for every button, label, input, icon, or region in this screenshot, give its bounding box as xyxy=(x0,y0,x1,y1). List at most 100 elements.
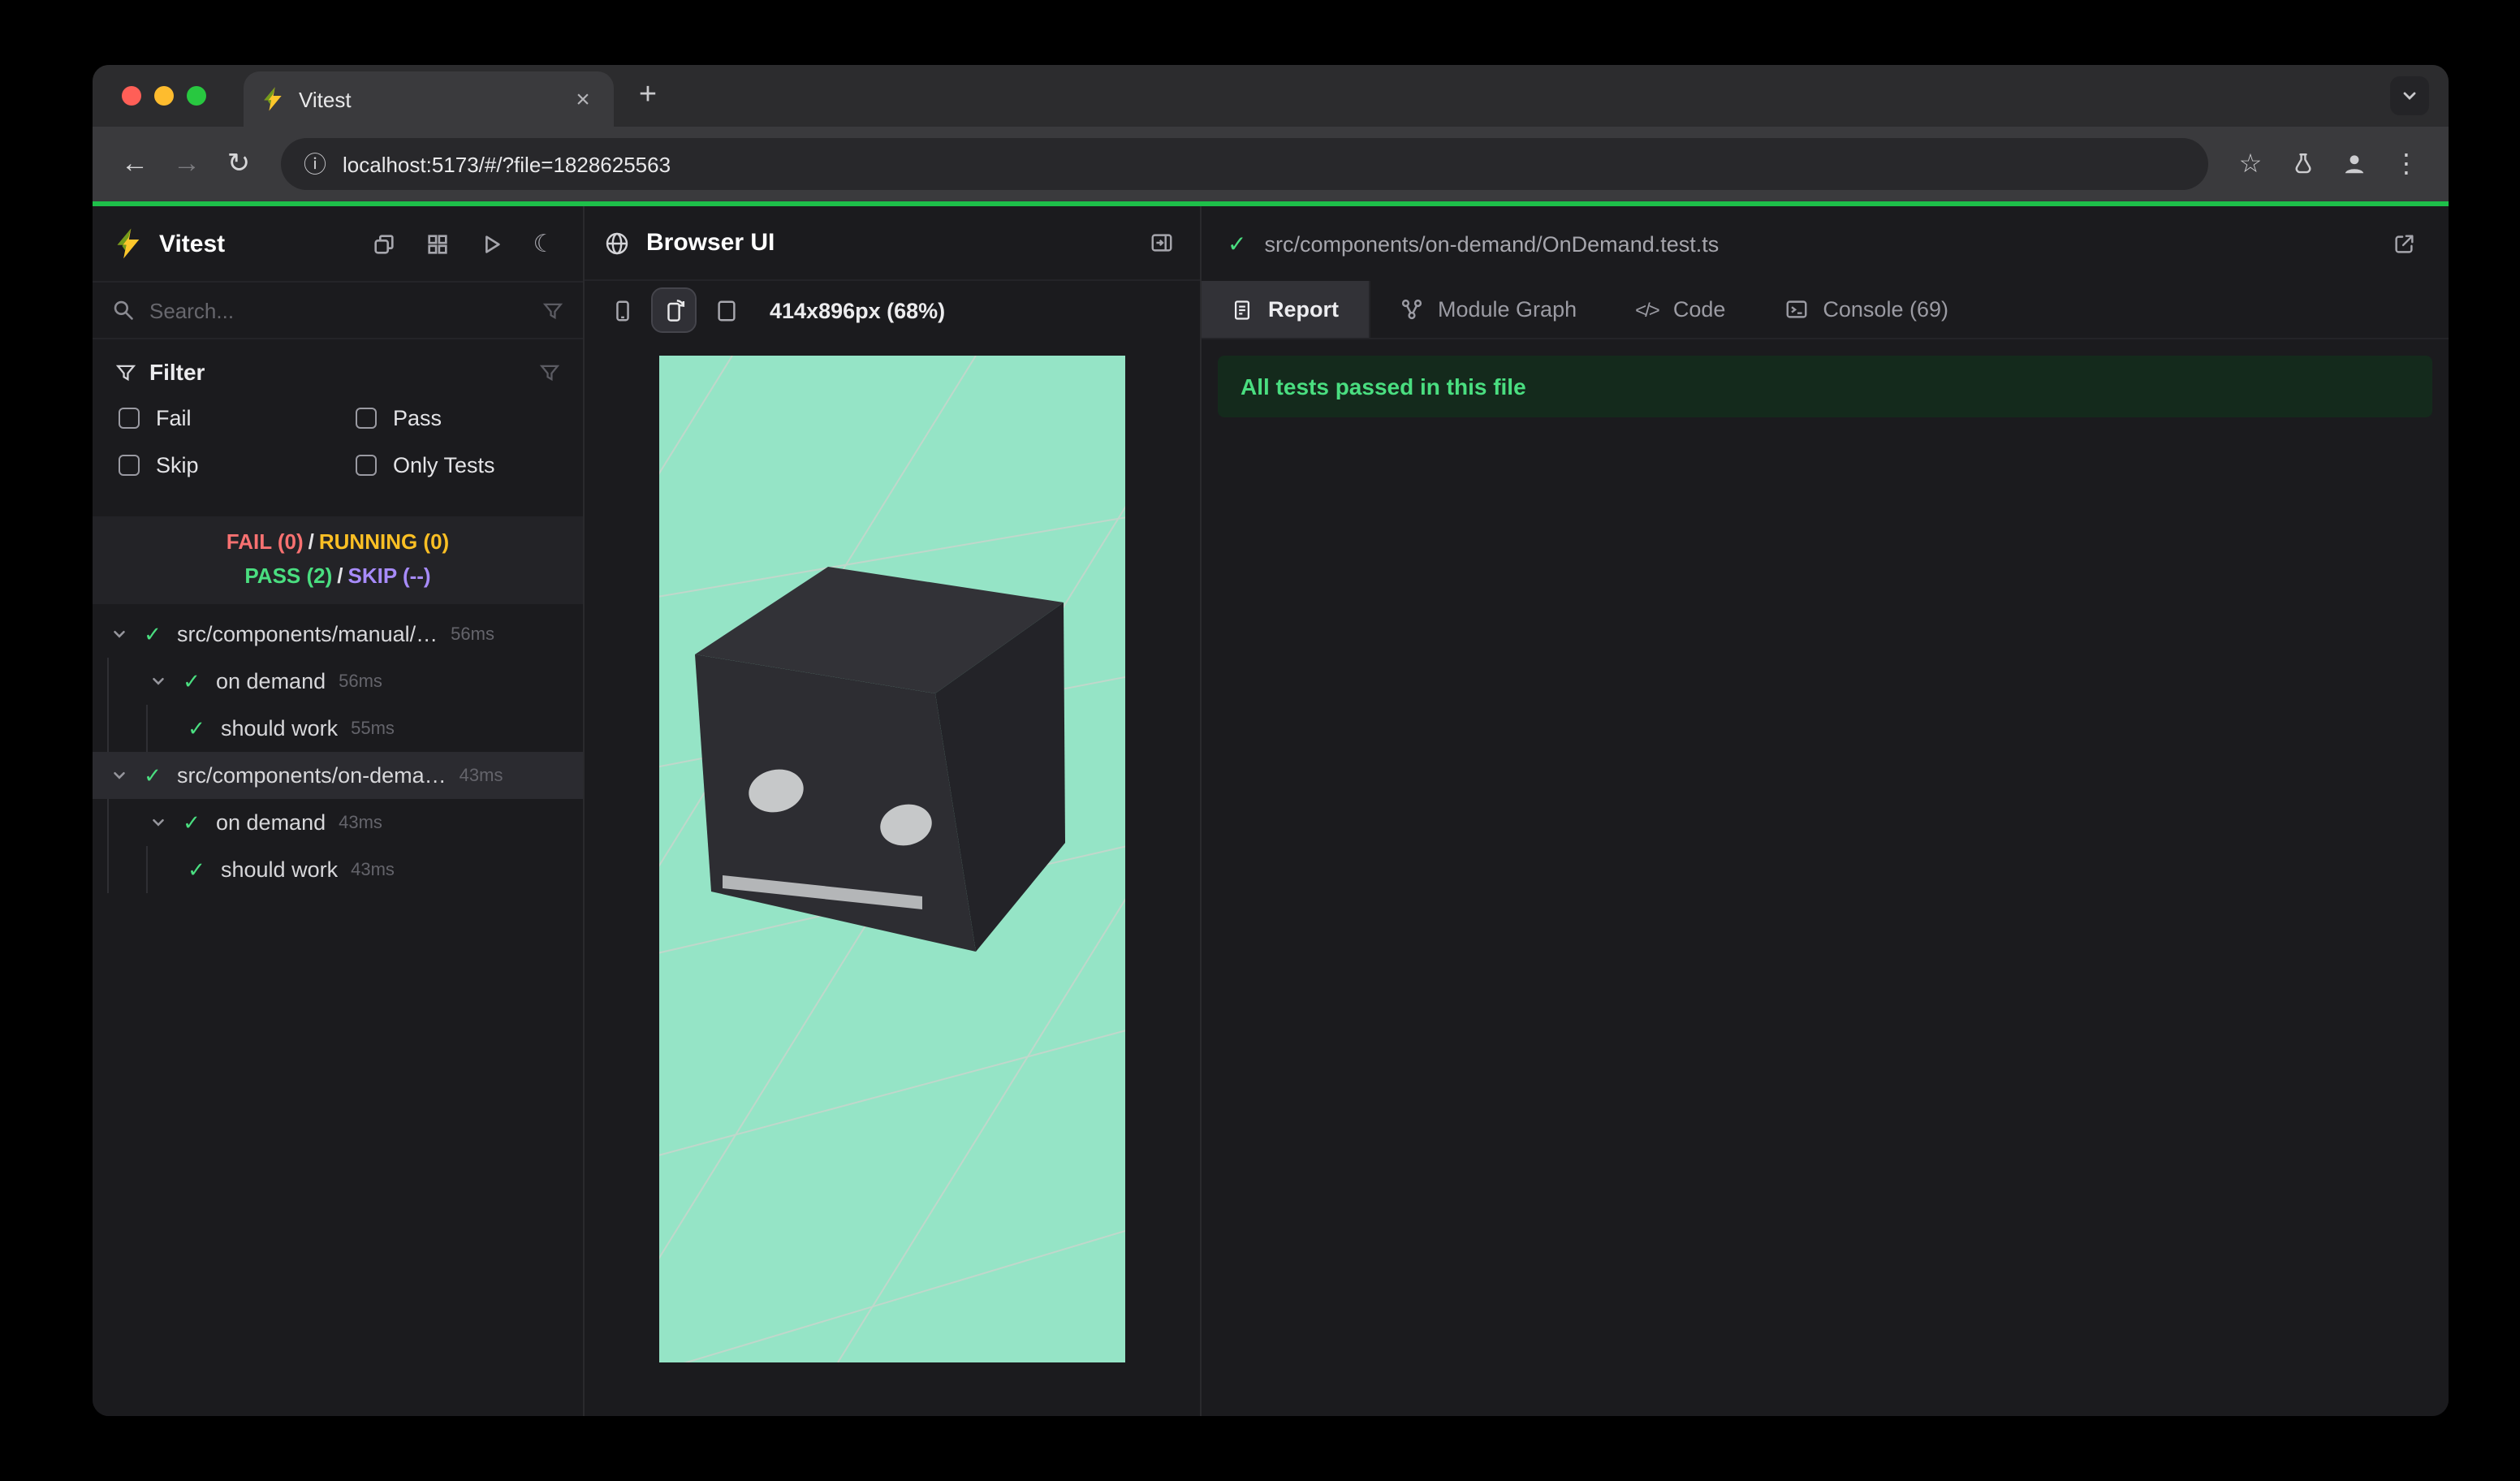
panel-right-icon[interactable] xyxy=(1141,223,1180,262)
tab-search-button[interactable] xyxy=(2390,76,2429,115)
back-button[interactable]: ← xyxy=(112,141,158,187)
tree-row-suite[interactable]: ✓ on demand 56ms xyxy=(93,658,583,705)
filter-header: Filter xyxy=(115,359,560,385)
dashboard-panels-icon[interactable] xyxy=(364,224,403,263)
filter-icon xyxy=(115,364,136,381)
report-doc-icon xyxy=(1234,300,1250,319)
search-input[interactable] xyxy=(149,298,528,322)
check-icon: ✓ xyxy=(188,715,205,740)
running-count: RUNNING (0) xyxy=(318,529,450,554)
url-text: localhost:5173/#/?file=1828625563 xyxy=(343,152,671,176)
test-summary: FAIL (0) / RUNNING (0) PASS (2) / SKIP (--) xyxy=(93,516,583,604)
report-panel: ✓ src/components/on-demand/OnDemand.test… xyxy=(1202,206,2449,1416)
tree-row-suite[interactable]: ✓ on demand 43ms xyxy=(93,799,583,846)
check-icon: ✓ xyxy=(183,810,201,834)
clear-filter-icon[interactable] xyxy=(539,361,560,382)
checkbox-label: Fail xyxy=(156,406,192,430)
window-controls xyxy=(122,65,206,127)
tab-title: Vitest xyxy=(299,87,352,111)
zoom-window-button[interactable] xyxy=(187,86,206,106)
address-bar[interactable]: ⓘ localhost:5173/#/?file=1828625563 xyxy=(281,138,2208,190)
filter-options: Fail Pass Skip Only Tests xyxy=(115,406,560,477)
tree-item-time: 55ms xyxy=(351,719,395,738)
check-icon: ✓ xyxy=(183,668,201,693)
minimize-window-button[interactable] xyxy=(154,86,174,106)
browser-ui-header: Browser UI xyxy=(585,206,1200,281)
browser-menu-icon[interactable]: ⋮ xyxy=(2384,141,2429,187)
sidebar: Vitest ☾ Search... Filter Fail Pass Skip… xyxy=(93,206,585,1416)
forward-button[interactable]: → xyxy=(164,141,209,187)
test-file-path: src/components/on-demand/OnDemand.test.t… xyxy=(1264,231,1720,256)
browser-ui-title: Browser UI xyxy=(646,229,775,257)
run-all-tests-icon[interactable] xyxy=(471,224,510,263)
filter-funnel-icon[interactable] xyxy=(542,300,563,321)
tree-item-label: should work xyxy=(221,716,339,740)
vitest-logo-icon xyxy=(117,228,140,259)
checkbox-icon xyxy=(119,408,140,429)
chevron-down-icon[interactable] xyxy=(146,670,169,693)
filter-checkbox-only-tests[interactable]: Only Tests xyxy=(356,453,560,477)
profile-avatar-icon[interactable] xyxy=(2332,141,2377,187)
tab-module-graph[interactable]: Module Graph xyxy=(1370,281,1606,338)
site-info-icon[interactable]: ⓘ xyxy=(304,148,326,180)
check-icon: ✓ xyxy=(144,762,162,787)
new-tab-button[interactable]: + xyxy=(627,75,669,117)
checkbox-icon xyxy=(356,455,377,476)
indent-guide xyxy=(107,799,146,846)
chevron-down-icon[interactable] xyxy=(146,811,169,834)
tree-row-test[interactable]: ✓ should work 55ms xyxy=(93,705,583,752)
summary-line-2: PASS (2) / SKIP (--) xyxy=(93,559,583,593)
tester-iframe[interactable] xyxy=(659,356,1125,1362)
search-icon xyxy=(114,300,133,320)
browser-ui-panel: Browser UI 414x896px (68%) xyxy=(585,206,1202,1416)
filter-checkbox-fail[interactable]: Fail xyxy=(119,406,356,430)
external-link-icon[interactable] xyxy=(2384,224,2423,263)
theme-toggle-moon-icon[interactable]: ☾ xyxy=(524,224,563,263)
close-tab-icon[interactable]: × xyxy=(568,84,598,114)
browser-toolbar: ← → ↻ ⓘ localhost:5173/#/?file=182862556… xyxy=(93,127,2449,201)
tree-row-file-selected[interactable]: ✓ src/components/on-dema… 43ms xyxy=(93,752,583,799)
tree-item-time: 43ms xyxy=(339,813,382,832)
tree-row-test[interactable]: ✓ should work 43ms xyxy=(93,846,583,893)
browser-tab[interactable]: Vitest × xyxy=(244,71,614,127)
console-icon xyxy=(1785,300,1806,318)
checkbox-label: Skip xyxy=(156,453,199,477)
tree-row-file[interactable]: ✓ src/components/manual/… 56ms xyxy=(93,611,583,658)
fail-count: FAIL (0) xyxy=(226,529,304,554)
tab-console[interactable]: Console (69) xyxy=(1754,281,1978,338)
chevron-down-icon[interactable] xyxy=(107,623,130,646)
tree-item-time: 56ms xyxy=(451,624,494,644)
indent-guide xyxy=(107,705,146,752)
tab-report[interactable]: Report xyxy=(1202,281,1370,338)
device-mobile-icon[interactable] xyxy=(601,289,643,331)
chevron-down-icon[interactable] xyxy=(107,764,130,787)
check-icon: ✓ xyxy=(144,621,162,646)
indent-guide xyxy=(107,658,146,705)
preview-area xyxy=(585,339,1200,1416)
screen: Vitest × + ← → ↻ ⓘ localhost:5173/#/?fil… xyxy=(0,0,2520,1481)
tab-code[interactable]: </> Code xyxy=(1606,281,1754,338)
browser-window: Vitest × + ← → ↻ ⓘ localhost:5173/#/?fil… xyxy=(93,65,2449,1416)
pass-count: PASS (2) xyxy=(244,563,333,588)
report-header: ✓ src/components/on-demand/OnDemand.test… xyxy=(1202,206,2449,281)
viewport-toolbar: 414x896px (68%) xyxy=(585,281,1200,339)
summary-separator: / xyxy=(308,529,314,554)
indent-guide xyxy=(146,846,185,893)
tree-item-label: on demand xyxy=(216,669,326,693)
grid-view-icon[interactable] xyxy=(417,224,456,263)
filter-checkbox-pass[interactable]: Pass xyxy=(356,406,560,430)
module-graph-icon xyxy=(1400,299,1422,320)
checkbox-label: Only Tests xyxy=(393,453,495,477)
device-rotate-icon[interactable] xyxy=(651,287,697,333)
filter-title: Filter xyxy=(149,359,205,385)
close-window-button[interactable] xyxy=(122,86,141,106)
tree-item-label: on demand xyxy=(216,810,326,835)
test-tree: ✓ src/components/manual/… 56ms ✓ on dema… xyxy=(93,604,583,1416)
reload-button[interactable]: ↻ xyxy=(216,141,261,187)
device-tablet-icon[interactable] xyxy=(705,289,747,331)
bookmark-star-icon[interactable]: ☆ xyxy=(2228,141,2273,187)
labs-flask-icon[interactable] xyxy=(2280,141,2325,187)
summary-separator: / xyxy=(337,563,343,588)
filter-checkbox-skip[interactable]: Skip xyxy=(119,453,356,477)
robot-cube-scene xyxy=(659,356,1125,1362)
